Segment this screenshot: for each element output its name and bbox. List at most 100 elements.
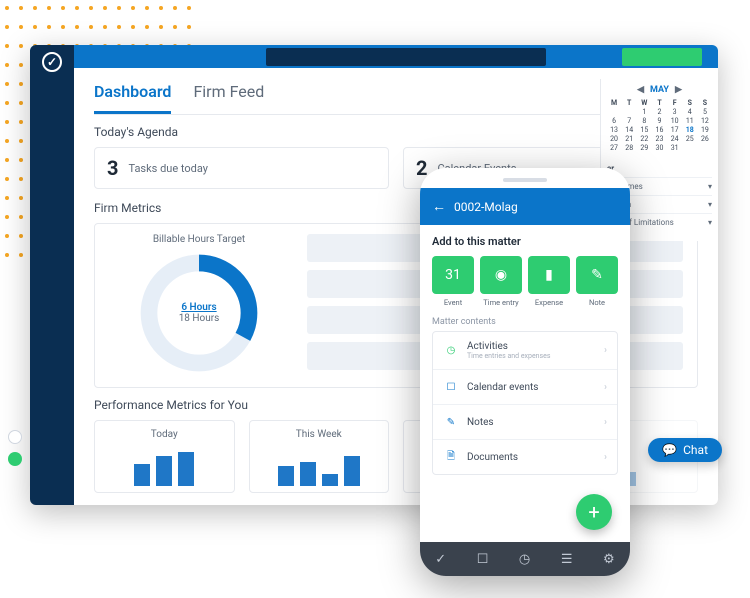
- tile-icon: ▮: [528, 256, 570, 294]
- gauge-title: Billable Hours Target: [109, 234, 289, 245]
- phone-speaker: [503, 178, 547, 182]
- cal-day[interactable]: 18: [683, 126, 697, 134]
- tab-firm-feed[interactable]: Firm Feed: [193, 82, 264, 114]
- cal-day[interactable]: 4: [683, 108, 697, 116]
- cal-day[interactable]: [698, 144, 712, 152]
- row-icon: 🗎: [443, 449, 459, 465]
- cal-day[interactable]: 30: [652, 144, 666, 152]
- chat-button[interactable]: 💬 Chat: [648, 438, 722, 462]
- tile-label: Expense: [528, 298, 570, 307]
- matter-tile[interactable]: ✎ Note: [576, 256, 618, 307]
- topbar: [30, 45, 718, 68]
- tab-check-icon[interactable]: ✓: [435, 552, 446, 567]
- cal-day[interactable]: 22: [637, 135, 651, 143]
- app-logo: ✓: [30, 45, 74, 79]
- cal-day[interactable]: 3: [668, 108, 682, 116]
- cal-day[interactable]: 10: [668, 117, 682, 125]
- cal-day[interactable]: [607, 108, 621, 116]
- tile-icon: ◉: [480, 256, 522, 294]
- cal-day[interactable]: [622, 108, 636, 116]
- cal-day[interactable]: 24: [668, 135, 682, 143]
- cal-day[interactable]: [683, 144, 697, 152]
- sidebar-rail[interactable]: [30, 68, 74, 505]
- cal-day[interactable]: 7: [622, 117, 636, 125]
- cal-day[interactable]: 20: [607, 135, 621, 143]
- cal-day[interactable]: 29: [637, 144, 651, 152]
- cal-day[interactable]: 12: [698, 117, 712, 125]
- cal-month: MAY: [650, 85, 669, 95]
- cal-day[interactable]: 19: [698, 126, 712, 134]
- tile-label: Note: [576, 298, 618, 307]
- tab-gear-icon[interactable]: ⚙: [603, 552, 615, 567]
- matter-tile[interactable]: 31 Event: [432, 256, 474, 307]
- matter-content-row[interactable]: ☐Calendar events›: [433, 370, 617, 405]
- perf-today[interactable]: Today: [94, 420, 235, 493]
- cal-day[interactable]: 5: [698, 108, 712, 116]
- matter-contents-list: ◷ActivitiesTime entries and expenses›☐Ca…: [432, 331, 618, 475]
- chevron-right-icon: ›: [604, 382, 607, 393]
- fab-add-button[interactable]: +: [576, 494, 612, 530]
- phone-header: ← 0002-Molag: [420, 188, 630, 225]
- tab-calendar-icon[interactable]: ☐: [477, 552, 489, 567]
- cal-day[interactable]: 17: [668, 126, 682, 134]
- tab-dashboard[interactable]: Dashboard: [94, 82, 171, 114]
- cal-day[interactable]: 6: [607, 117, 621, 125]
- cal-day[interactable]: 21: [622, 135, 636, 143]
- agenda-tasks-count: 3: [107, 156, 118, 180]
- tile-icon: 31: [432, 256, 474, 294]
- tile-label: Time entry: [480, 298, 522, 307]
- back-icon[interactable]: ←: [432, 198, 446, 215]
- cal-day[interactable]: 31: [668, 144, 682, 152]
- agenda-tasks-label: Tasks due today: [128, 162, 208, 175]
- cal-day[interactable]: 28: [622, 144, 636, 152]
- cal-day[interactable]: 23: [652, 135, 666, 143]
- cal-day[interactable]: 9: [652, 117, 666, 125]
- perf-label: This Week: [260, 429, 379, 440]
- add-to-matter-title: Add to this matter: [432, 235, 618, 248]
- cal-day[interactable]: 8: [637, 117, 651, 125]
- agenda-tasks-card[interactable]: 3 Tasks due today: [94, 147, 389, 189]
- cal-day[interactable]: 13: [607, 126, 621, 134]
- cal-day[interactable]: 15: [637, 126, 651, 134]
- phone-mockup: ← 0002-Molag Add to this matter 31 Event ◉…: [420, 168, 630, 576]
- cal-day[interactable]: 26: [698, 135, 712, 143]
- tab-clock-icon[interactable]: ◷: [519, 552, 530, 567]
- cal-day[interactable]: 2: [652, 108, 666, 116]
- calendar-grid[interactable]: MTWTFSS123456789101112131415161718192021…: [607, 99, 712, 152]
- tile-label: Event: [432, 298, 474, 307]
- cal-prev-icon[interactable]: ◀: [637, 85, 644, 95]
- tab-briefcase-icon[interactable]: ☰: [561, 552, 573, 567]
- search-input[interactable]: [266, 48, 546, 66]
- dot-2[interactable]: [8, 452, 22, 466]
- tile-icon: ✎: [576, 256, 618, 294]
- gauge-secondary: 18 Hours: [179, 313, 220, 324]
- row-icon: ✎: [443, 414, 459, 430]
- chevron-right-icon: ›: [604, 417, 607, 428]
- cal-day[interactable]: 14: [622, 126, 636, 134]
- matter-content-row[interactable]: ✎ Notes ›: [433, 405, 617, 440]
- perf-week[interactable]: This Week: [249, 420, 390, 493]
- primary-action-button[interactable]: [622, 48, 702, 66]
- slide-indicator[interactable]: [8, 430, 22, 466]
- cal-filter-header: ar: [607, 160, 712, 177]
- cal-day[interactable]: 27: [607, 144, 621, 152]
- chat-icon: 💬: [662, 443, 677, 457]
- gauge-primary[interactable]: 6 Hours: [181, 302, 216, 313]
- matter-content-row[interactable]: ◷ActivitiesTime entries and expenses›: [433, 332, 617, 370]
- row-title: Activities: [467, 341, 508, 352]
- chevron-right-icon: ›: [604, 452, 607, 463]
- row-icon: ◷: [443, 343, 459, 359]
- matter-tile[interactable]: ▮ Expense: [528, 256, 570, 307]
- check-icon: ✓: [42, 52, 62, 72]
- cal-next-icon[interactable]: ▶: [675, 85, 682, 95]
- cal-day[interactable]: 11: [683, 117, 697, 125]
- matter-tile[interactable]: ◉ Time entry: [480, 256, 522, 307]
- dot-1[interactable]: [8, 430, 22, 444]
- cal-day[interactable]: 25: [683, 135, 697, 143]
- cal-day[interactable]: 16: [652, 126, 666, 134]
- billable-gauge: 6 Hours 18 Hours: [139, 253, 259, 373]
- matter-content-row[interactable]: 🗎Documents›: [433, 440, 617, 474]
- chevron-right-icon: ›: [604, 345, 607, 356]
- cal-day[interactable]: 1: [637, 108, 651, 116]
- row-title: Notes: [467, 417, 494, 428]
